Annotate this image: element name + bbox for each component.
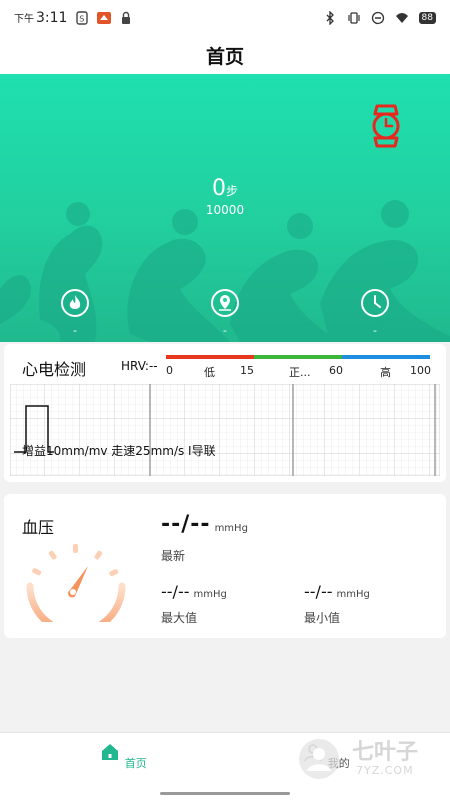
status-time: 下午 3:11 <box>14 10 68 26</box>
watermark: 七叶子 7YZ.COM <box>296 734 440 782</box>
bp-min-unit: mmHg <box>336 589 370 600</box>
bp-latest-label: 最新 <box>161 549 186 563</box>
app-notification-icon <box>97 12 112 24</box>
duration-metric: - <box>355 288 395 337</box>
watermark-logo-icon <box>299 739 339 779</box>
location-pin-icon <box>211 289 239 317</box>
step-counter: 0步 10000 <box>0 176 450 217</box>
hrv-value: HRV:-- <box>121 359 158 373</box>
nav-home[interactable]: 首页 <box>93 741 153 771</box>
calories-metric: - <box>55 288 95 337</box>
range-label-normal: 正... <box>289 366 311 379</box>
gauge-icon <box>26 544 126 622</box>
range-low-segment <box>166 355 254 359</box>
clock-icon <box>361 289 389 317</box>
bp-latest-unit: mmHg <box>214 523 248 534</box>
bp-min: --/-- mmHg 最小值 <box>304 582 370 626</box>
range-high-segment <box>342 355 430 359</box>
step-unit: 步 <box>225 184 238 198</box>
watermark-text: 七叶子 <box>352 740 419 765</box>
flame-icon <box>61 289 89 317</box>
lock-icon <box>122 11 131 24</box>
ecg-grid <box>10 384 440 476</box>
ecg-gain-speed-label: 增益10mm/mv 走速25mm/s Ⅰ导联 <box>22 444 216 458</box>
vibrate-icon <box>347 12 360 24</box>
page-title: 首页 <box>0 36 450 74</box>
sim-icon: S <box>76 11 89 25</box>
svg-text:S: S <box>80 15 85 24</box>
range-label-low: 低 <box>204 366 215 379</box>
blood-pressure-card[interactable]: 血压 --/-- mmHg 最新 --/-- mmHg 最大值 --/-- mmHg … <box>4 494 446 638</box>
nav-home-label: 首页 <box>124 757 147 770</box>
bp-max-label: 最大值 <box>161 611 198 625</box>
steps-hero-panel: 0步 10000 - - - <box>0 74 450 342</box>
bp-min-label: 最小值 <box>304 611 341 625</box>
smartwatch-icon[interactable] <box>366 104 406 148</box>
step-goal: 10000 <box>205 203 245 217</box>
bluetooth-icon <box>326 11 334 25</box>
status-bar: 下午 3:11 S 88 <box>0 0 450 36</box>
ecg-card[interactable]: 心电检测 HRV:-- 0 低 15 正... 60 高 100 增益10mm/… <box>4 344 446 482</box>
bp-max-value: --/-- <box>161 582 190 601</box>
range-label-100: 100 <box>410 364 431 377</box>
bp-latest-value: --/-- <box>161 512 211 537</box>
ecg-title: 心电检测 <box>22 360 87 379</box>
range-label-high: 高 <box>380 366 391 379</box>
bp-min-value: --/-- <box>304 582 333 601</box>
home-indicator[interactable] <box>160 792 290 795</box>
bp-max: --/-- mmHg 最大值 <box>161 582 227 626</box>
bp-max-unit: mmHg <box>193 589 227 600</box>
range-label-0: 0 <box>166 364 173 377</box>
watermark-sub: 7YZ.COM <box>356 764 414 777</box>
do-not-disturb-icon <box>371 11 384 25</box>
range-label-15: 15 <box>240 364 254 377</box>
bp-title: 血压 <box>22 518 55 537</box>
step-count: 0 <box>211 176 226 201</box>
wifi-icon <box>395 13 408 23</box>
range-normal-segment <box>254 355 342 359</box>
range-label-60: 60 <box>329 364 343 377</box>
bp-latest: --/-- mmHg 最新 <box>161 512 248 564</box>
battery-indicator: 88 <box>418 12 436 24</box>
hrv-range-bar <box>166 355 430 361</box>
distance-metric: - <box>205 288 245 337</box>
home-icon <box>102 744 119 760</box>
